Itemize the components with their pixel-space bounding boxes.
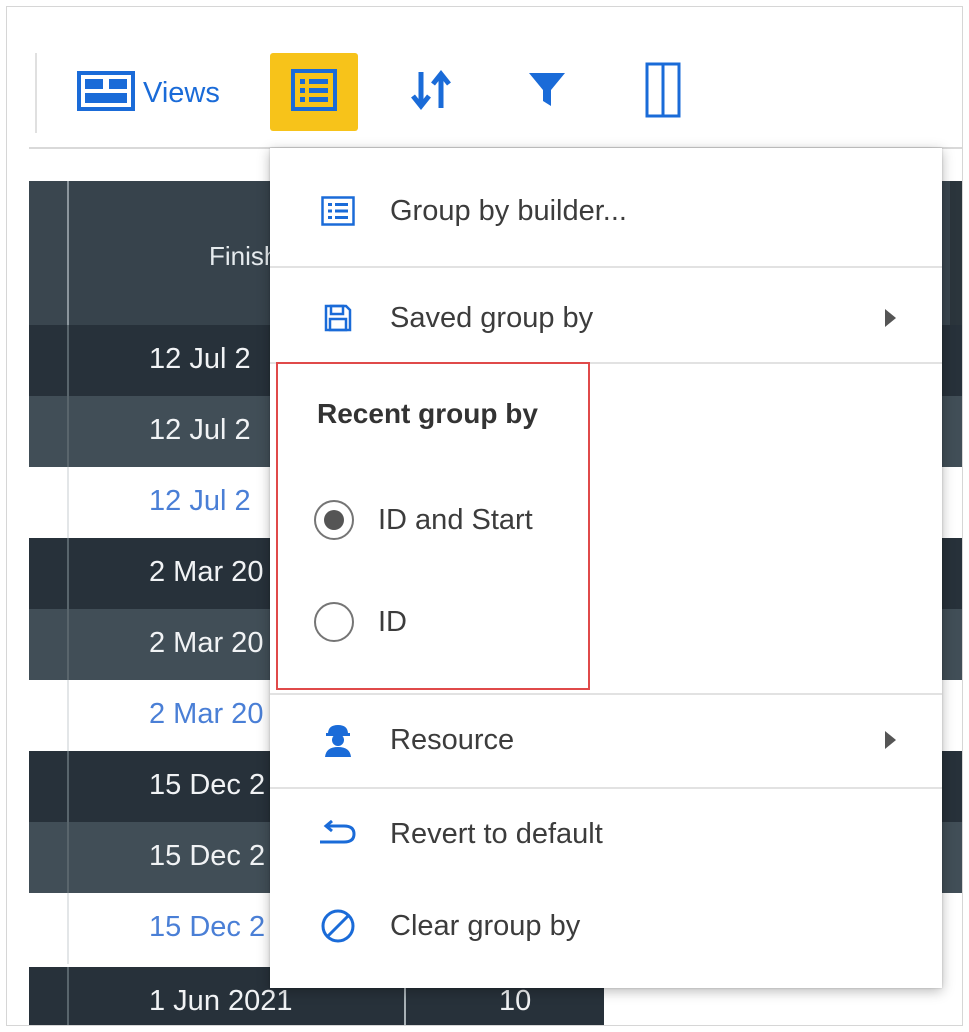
menu-item-revert-to-default[interactable]: Revert to default [270, 809, 942, 859]
menu-divider [270, 266, 942, 268]
toolbar: Views [7, 7, 962, 149]
views-icon [77, 70, 135, 116]
radio-label: ID and Start [378, 503, 533, 536]
finish-date-cell: 15 Dec 2 [149, 769, 266, 801]
radio-unchecked-icon[interactable] [314, 602, 354, 642]
group-by-menu: Group by builder... Saved group by Recen… [270, 148, 942, 988]
views-button[interactable]: Views [77, 65, 220, 121]
columns-icon [645, 62, 681, 123]
finish-date-cell: 2 Mar 20 [149, 698, 264, 730]
finish-date-cell: 1 Jun 2021 [149, 985, 293, 1017]
chevron-right-icon [885, 309, 896, 327]
menu-item-label: Resource [390, 723, 515, 756]
chevron-right-icon [885, 731, 896, 749]
finish-date-cell: 2 Mar 20 [149, 556, 264, 588]
list-icon [318, 191, 358, 231]
prohibited-icon [318, 906, 358, 946]
sort-arrows-icon [408, 68, 454, 117]
finish-date-cell: 2 Mar 20 [149, 627, 264, 659]
views-label: Views [143, 76, 220, 109]
app-frame: Views Finish 12 Jul 2 12 Jul 2 12 Jul 2 … [6, 6, 963, 1026]
menu-item-label: Revert to default [390, 817, 603, 850]
value-cell: 10 [499, 985, 532, 1017]
menu-divider [270, 787, 942, 789]
finish-date-cell: 12 Jul 2 [149, 343, 251, 375]
recent-group-by-heading: Recent group by [317, 398, 538, 429]
menu-item-label: Clear group by [390, 909, 581, 942]
scrollbar[interactable] [950, 181, 962, 325]
radio-checked-icon[interactable] [314, 500, 354, 540]
menu-item-label: Saved group by [390, 301, 594, 334]
finish-date-cell: 12 Jul 2 [149, 414, 251, 446]
finish-date-cell: 15 Dec 2 [149, 840, 266, 872]
menu-item-clear-group-by[interactable]: Clear group by [270, 901, 942, 951]
finish-date-cell: 15 Dec 2 [149, 911, 266, 943]
recent-option-id[interactable]: ID [314, 602, 407, 642]
filter-button[interactable] [503, 53, 591, 131]
group-by-button[interactable] [270, 53, 358, 131]
menu-item-saved-group-by[interactable]: Saved group by [270, 293, 942, 343]
menu-item-resource[interactable]: Resource [270, 715, 942, 765]
list-icon [291, 68, 337, 116]
filter-icon [527, 70, 567, 115]
finish-date-cell: 12 Jul 2 [149, 485, 251, 517]
recent-option-id-and-start[interactable]: ID and Start [314, 500, 533, 540]
toolbar-divider [35, 53, 37, 133]
radio-label: ID [378, 605, 407, 638]
menu-divider [270, 362, 942, 364]
menu-item-label: Group by builder... [390, 194, 627, 227]
worker-icon [318, 720, 358, 760]
undo-icon [318, 814, 358, 854]
menu-item-group-by-builder[interactable]: Group by builder... [270, 186, 942, 236]
sort-button[interactable] [387, 53, 475, 131]
columns-button[interactable] [619, 53, 707, 131]
menu-divider [270, 693, 942, 695]
save-icon [318, 298, 358, 338]
